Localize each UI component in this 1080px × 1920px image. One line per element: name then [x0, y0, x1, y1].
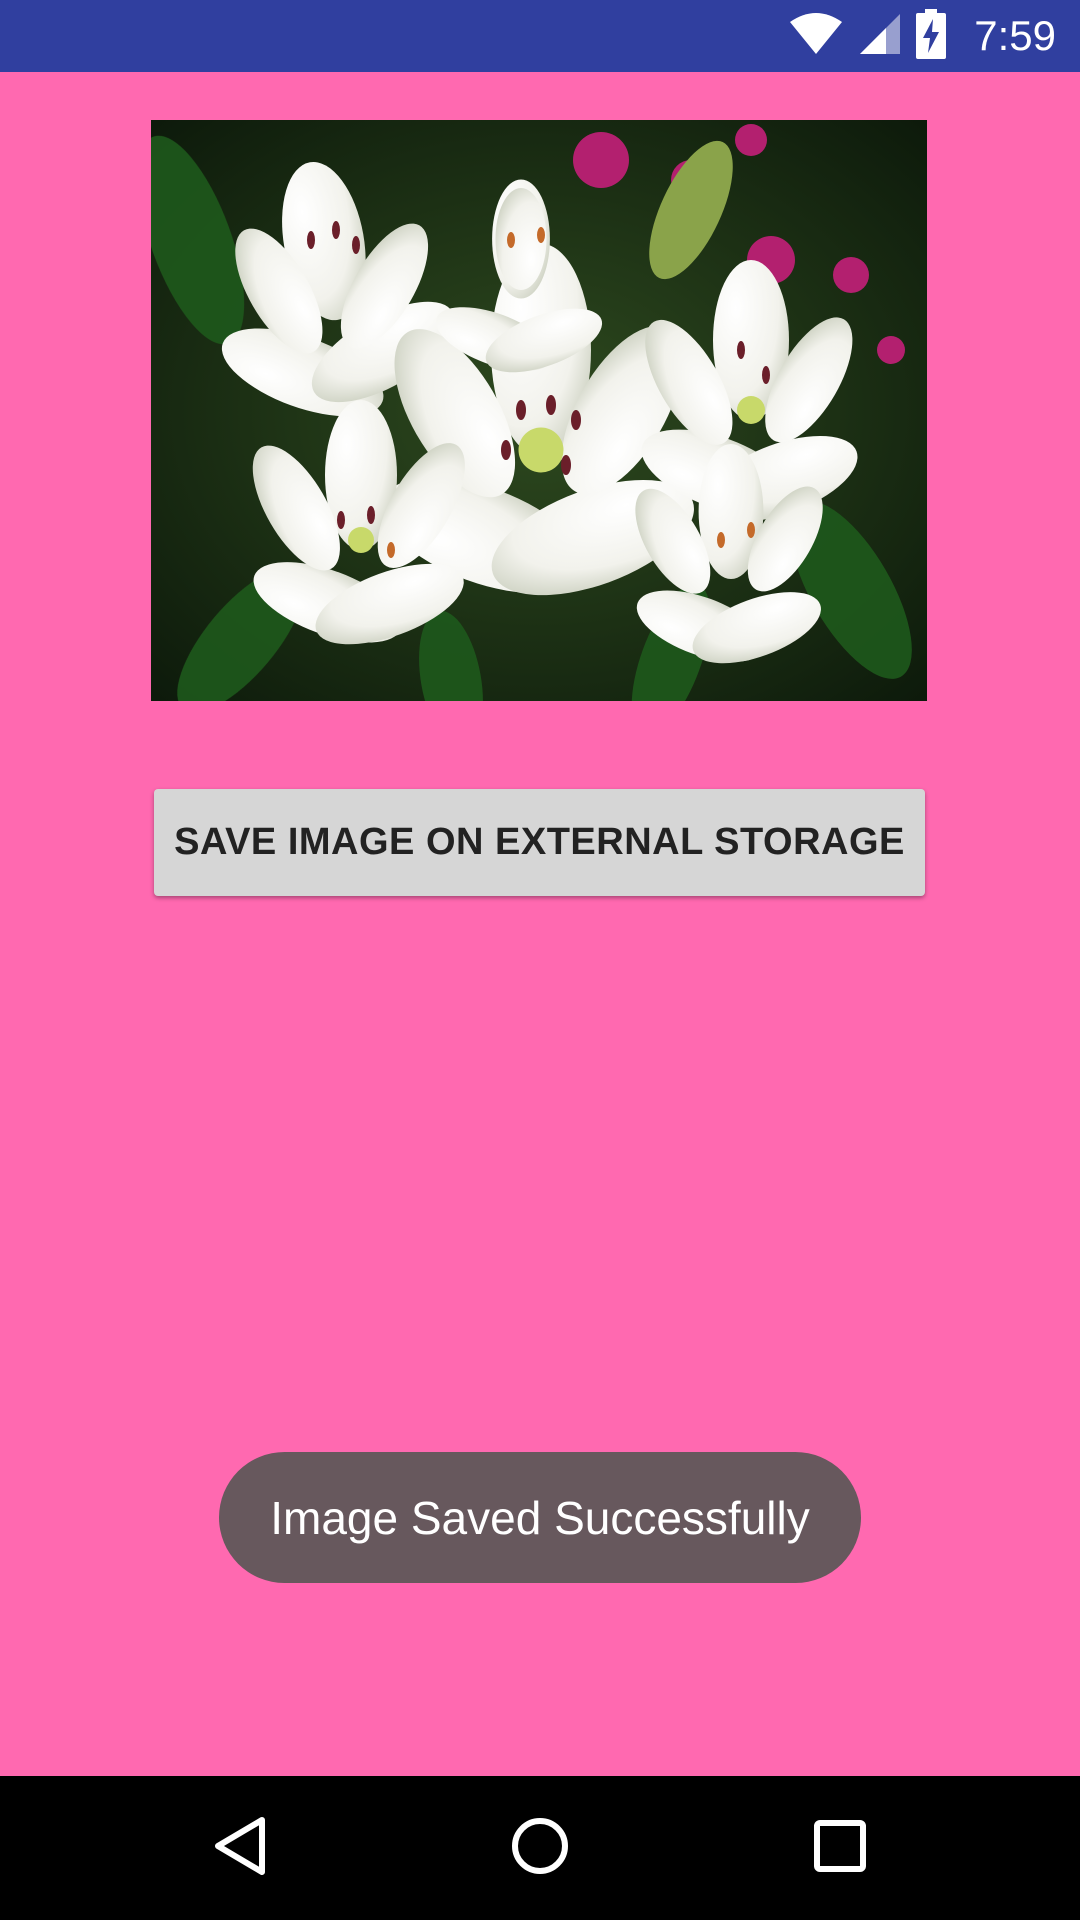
save-image-button[interactable]: SAVE IMAGE ON EXTERNAL STORAGE — [154, 789, 925, 896]
status-icons: 7:59 — [788, 0, 1056, 72]
main-content: SAVE IMAGE ON EXTERNAL STORAGE Image Sav… — [0, 72, 1080, 1776]
status-time: 7:59 — [974, 12, 1056, 59]
toast-message: Image Saved Successfully — [270, 1491, 810, 1544]
wifi-icon — [788, 12, 844, 61]
home-icon — [510, 1816, 570, 1881]
lily-image — [151, 120, 927, 701]
home-button[interactable] — [450, 1776, 630, 1920]
recents-icon — [813, 1819, 867, 1878]
back-button[interactable] — [150, 1776, 330, 1920]
back-icon — [212, 1816, 268, 1881]
status-bar: 7:59 — [0, 0, 1080, 72]
cell-signal-icon — [858, 12, 902, 61]
recents-button[interactable] — [750, 1776, 930, 1920]
navigation-bar — [0, 1776, 1080, 1920]
toast: Image Saved Successfully — [219, 1452, 861, 1583]
battery-charging-icon — [916, 8, 947, 64]
